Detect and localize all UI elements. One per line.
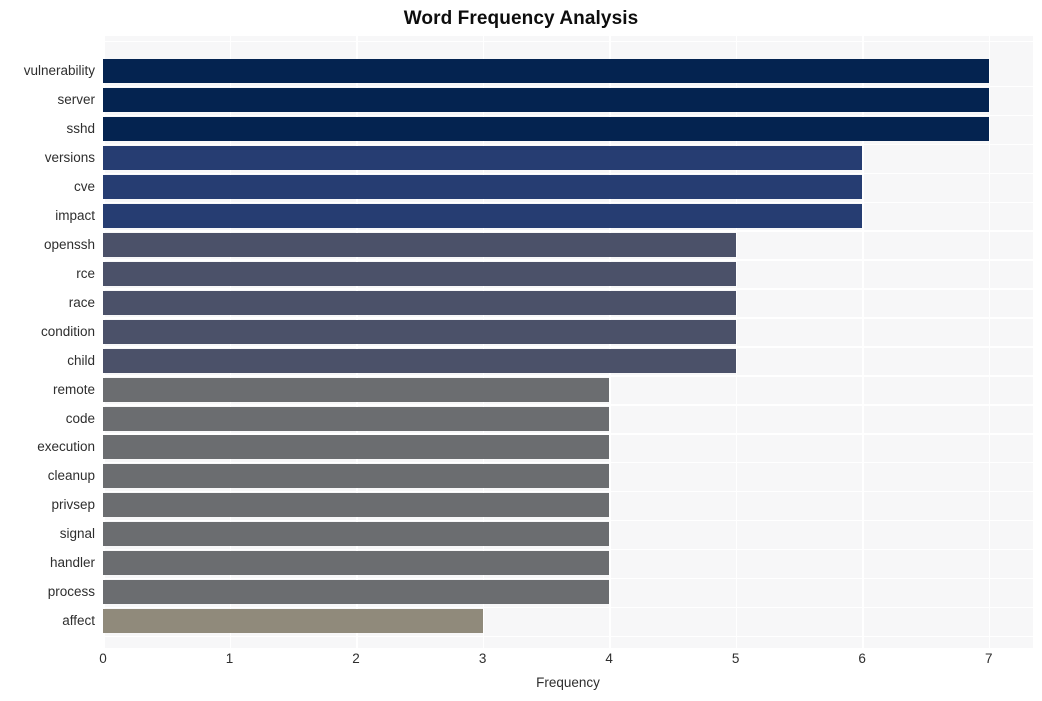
bar-race bbox=[103, 290, 736, 315]
bar-privsep bbox=[103, 493, 610, 518]
x-tick-label-5: 5 bbox=[731, 651, 740, 666]
bar-process bbox=[103, 580, 610, 605]
y-gridline bbox=[103, 433, 1033, 435]
x-gridline bbox=[988, 36, 991, 648]
x-tick-label-3: 3 bbox=[478, 651, 487, 666]
x-axis-label: Frequency bbox=[536, 675, 600, 690]
y-tick-label-cve: cve bbox=[73, 179, 95, 195]
y-gridline bbox=[103, 259, 1033, 261]
y-tick-label-handler: handler bbox=[49, 555, 95, 571]
bar-handler bbox=[103, 551, 610, 576]
y-gridline bbox=[103, 40, 1033, 43]
y-gridline bbox=[103, 114, 1033, 117]
bar-signal bbox=[103, 522, 610, 547]
y-gridline bbox=[103, 143, 1033, 146]
bar-child bbox=[103, 348, 736, 373]
chart-title: Word Frequency Analysis bbox=[403, 8, 639, 29]
y-gridline bbox=[103, 201, 1033, 203]
bar-openssh bbox=[103, 232, 736, 257]
y-gridline bbox=[103, 519, 1033, 522]
y-gridline bbox=[103, 317, 1033, 319]
y-gridline bbox=[103, 230, 1033, 232]
y-tick-label-cleanup: cleanup bbox=[47, 468, 95, 484]
bar-condition bbox=[103, 319, 736, 344]
x-axis: 0 1 2 3 4 5 6 7 bbox=[99, 650, 1033, 672]
y-tick-label-process: process bbox=[47, 584, 95, 600]
bar-affect bbox=[103, 609, 483, 634]
y-tick-label-signal: signal bbox=[59, 526, 95, 542]
y-gridline bbox=[103, 577, 1033, 580]
y-tick-label-condition: condition bbox=[40, 323, 95, 339]
x-tick-label-6: 6 bbox=[858, 651, 866, 666]
y-tick-label-impact: impact bbox=[55, 207, 95, 223]
bar-cleanup bbox=[103, 464, 610, 489]
y-tick-label-remote: remote bbox=[52, 381, 95, 397]
bar-sshd bbox=[103, 117, 989, 142]
y-tick-label-server: server bbox=[57, 92, 95, 108]
x-tick-label-4: 4 bbox=[605, 651, 613, 666]
plot-area bbox=[103, 36, 1033, 648]
bar-vulnerability bbox=[103, 59, 989, 84]
y-gridline bbox=[103, 606, 1033, 609]
bar-impact bbox=[103, 203, 863, 228]
y-tick-label-child: child bbox=[67, 352, 95, 368]
y-tick-label-privsep: privsep bbox=[51, 497, 95, 513]
y-gridline bbox=[103, 85, 1033, 88]
y-gridline bbox=[103, 635, 1033, 638]
y-gridline bbox=[103, 404, 1033, 406]
x-tick-label-1: 1 bbox=[225, 651, 234, 666]
y-gridline bbox=[103, 461, 1033, 464]
bar-execution bbox=[103, 435, 610, 460]
bar-versions bbox=[103, 146, 863, 171]
y-tick-label-versions: versions bbox=[44, 150, 95, 166]
y-tick-label-execution: execution bbox=[37, 439, 95, 455]
x-tick-label-2: 2 bbox=[352, 651, 360, 666]
y-gridline bbox=[103, 288, 1033, 290]
bar-remote bbox=[103, 377, 610, 402]
bar-server bbox=[103, 88, 989, 113]
word-frequency-bar-chart: Word Frequency Analysis vulnerability ser… bbox=[0, 0, 1042, 701]
y-gridline bbox=[103, 346, 1033, 348]
y-gridline bbox=[103, 548, 1033, 551]
y-tick-label-code: code bbox=[65, 410, 95, 426]
y-gridline bbox=[103, 172, 1033, 175]
bar-rce bbox=[103, 261, 736, 286]
y-tick-label-sshd: sshd bbox=[66, 121, 95, 137]
y-tick-label-affect: affect bbox=[62, 613, 95, 629]
x-tick-label-7: 7 bbox=[984, 651, 993, 666]
bar-code bbox=[103, 406, 610, 431]
y-tick-label-race: race bbox=[68, 294, 95, 310]
x-tick-label-0: 0 bbox=[99, 651, 107, 666]
y-tick-label-openssh: openssh bbox=[43, 236, 95, 252]
y-gridline bbox=[103, 375, 1033, 377]
y-tick-label-rce: rce bbox=[76, 265, 95, 281]
y-tick-label-vulnerability: vulnerability bbox=[23, 63, 95, 79]
y-axis: vulnerability server sshd versions cve impact… bbox=[0, 36, 95, 648]
bar-cve bbox=[103, 175, 863, 200]
y-gridline bbox=[103, 490, 1033, 493]
